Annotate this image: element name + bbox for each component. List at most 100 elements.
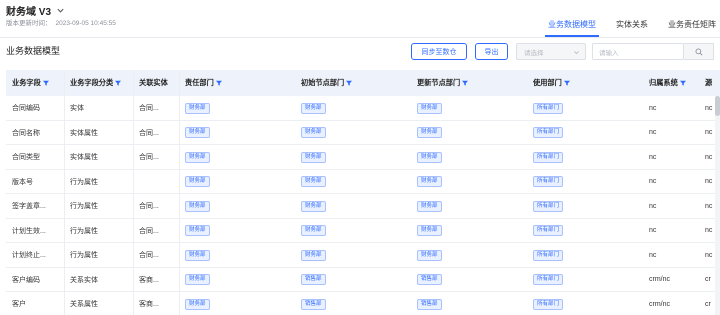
table-row[interactable]: 客户编码 关系实体 客商... 财务部 销售部 销售部 所有部门 crm/nc cr bbox=[6, 268, 720, 292]
department-tag: 所有部门 bbox=[533, 200, 564, 212]
table-row[interactable]: 合同类型 实体属性 合同... 财务部 财务部 财务部 所有部门 nc nc bbox=[6, 145, 720, 170]
department-tag: 所有部门 bbox=[533, 151, 564, 163]
filter-icon[interactable] bbox=[462, 80, 469, 86]
column-divider bbox=[179, 70, 180, 315]
filter-icon[interactable] bbox=[215, 80, 222, 86]
filter-icon[interactable] bbox=[42, 80, 49, 86]
tab-entity-relations[interactable]: 实体关系 bbox=[616, 19, 648, 30]
filter-select[interactable]: 请选择 bbox=[516, 43, 586, 60]
table-row[interactable]: 签字盖章... 行为属性 合同... 财务部 财务部 财务部 所有部门 nc nc bbox=[6, 194, 720, 219]
column-header-owner-dept[interactable]: 责任部门 bbox=[179, 70, 295, 96]
cell-init-dept: 财务部 bbox=[295, 121, 411, 145]
department-tag: 财务部 bbox=[301, 127, 326, 138]
column-header-init-dept[interactable]: 初始节点部门 bbox=[295, 70, 411, 96]
cell-field: 签字盖章... bbox=[6, 194, 64, 218]
cell-entity-text: 合同... bbox=[139, 154, 159, 161]
cell-system: nc bbox=[643, 121, 699, 145]
cell-category-text: 行为属性 bbox=[70, 203, 98, 210]
column-header-update-dept[interactable]: 更新节点部门 bbox=[411, 70, 527, 96]
cell-entity: 合同... bbox=[133, 243, 179, 267]
table-header: 业务字段 业务字段分类 关联实体 责任部门 初始节点部门 更新节点部门 使用部门… bbox=[6, 70, 720, 96]
column-header-label: 关联实体 bbox=[139, 78, 168, 87]
cell-field: 合同名称 bbox=[6, 121, 64, 145]
vertical-scrollbar-track[interactable] bbox=[715, 96, 720, 315]
cell-category-text: 关系属性 bbox=[70, 301, 98, 308]
section-title: 业务数据模型 bbox=[6, 46, 61, 56]
cell-source-text: nc bbox=[705, 104, 713, 112]
department-tag: 财务部 bbox=[301, 225, 326, 236]
cell-category-text: 实体属性 bbox=[70, 129, 98, 137]
department-tag: 所有部门 bbox=[533, 176, 564, 187]
cell-entity: 合同... bbox=[133, 145, 179, 169]
table-row[interactable]: 计划终止... 行为属性 合同... 财务部 财务部 财务部 所有部门 nc nc bbox=[6, 243, 720, 268]
cell-init-dept: 财务部 bbox=[295, 96, 411, 120]
cell-field-text: 客户 bbox=[12, 301, 26, 308]
filter-icon[interactable] bbox=[115, 80, 122, 86]
cell-source-text: nc bbox=[705, 251, 713, 259]
department-tag: 财务部 bbox=[185, 225, 210, 236]
cell-system: nc bbox=[643, 96, 699, 120]
sync-to-warehouse-button[interactable]: 同步至数仓 bbox=[411, 43, 467, 60]
cell-system-text: nc bbox=[649, 251, 657, 259]
cell-owner-dept: 财务部 bbox=[179, 194, 295, 218]
cell-usage-dept: 所有部门 bbox=[527, 121, 643, 145]
filter-icon[interactable] bbox=[679, 80, 686, 86]
column-header-label: 业务字段 bbox=[12, 78, 41, 87]
column-header-field[interactable]: 业务字段 bbox=[6, 70, 64, 96]
cell-system-text: crm/nc bbox=[649, 276, 670, 283]
column-header-system[interactable]: 归属系统 bbox=[643, 70, 699, 96]
table-row[interactable]: 版本号 行为属性 财务部 财务部 财务部 所有部门 nc nc bbox=[6, 170, 720, 194]
search-button[interactable] bbox=[684, 43, 714, 60]
cell-usage-dept: 所有部门 bbox=[527, 96, 643, 120]
cell-owner-dept: 财务部 bbox=[179, 96, 295, 120]
department-tag: 销售部 bbox=[301, 298, 326, 310]
cell-source-text: cr bbox=[705, 300, 711, 308]
app-title: 财务域 V3 bbox=[6, 7, 52, 18]
cell-category: 行为属性 bbox=[64, 243, 133, 267]
search-placeholder: 请输入 bbox=[599, 49, 619, 57]
column-header-label: 业务字段分类 bbox=[70, 78, 114, 87]
vertical-scrollbar-thumb[interactable] bbox=[715, 96, 720, 116]
tab-business-data-model[interactable]: 业务数据模型 bbox=[548, 19, 596, 30]
cell-system: crm/nc bbox=[643, 292, 699, 315]
department-tag: 财务部 bbox=[417, 151, 442, 163]
cell-owner-dept: 财务部 bbox=[179, 268, 295, 292]
table-row[interactable]: 计划生效... 行为属性 合同... 财务部 财务部 财务部 所有部门 nc nc bbox=[6, 219, 720, 243]
table-row[interactable]: 合同名称 实体属性 合同... 财务部 财务部 财务部 所有部门 nc nc bbox=[6, 121, 720, 145]
cell-source-text: nc bbox=[705, 178, 713, 185]
export-button[interactable]: 导出 bbox=[475, 43, 508, 60]
department-tag: 财务部 bbox=[185, 249, 210, 261]
column-header-source[interactable]: 源 bbox=[699, 70, 720, 96]
cell-owner-dept: 财务部 bbox=[179, 292, 295, 315]
cell-field-text: 客户编码 bbox=[12, 276, 40, 284]
filter-icon[interactable] bbox=[346, 80, 353, 86]
column-divider bbox=[64, 70, 65, 315]
cell-category-text: 行为属性 bbox=[70, 227, 98, 235]
cell-usage-dept: 所有部门 bbox=[527, 243, 643, 267]
cell-field-text: 计划生效... bbox=[12, 227, 46, 235]
table-row[interactable]: 客户 关系属性 客商... 财务部 销售部 销售部 所有部门 crm/nc cr bbox=[6, 292, 720, 315]
search-input[interactable]: 请输入 bbox=[592, 43, 684, 60]
department-tag: 所有部门 bbox=[533, 127, 564, 138]
column-header-category[interactable]: 业务字段分类 bbox=[64, 70, 133, 96]
tab-responsibility-matrix[interactable]: 业务责任矩阵 bbox=[668, 19, 716, 30]
cell-owner-dept: 财务部 bbox=[179, 121, 295, 145]
cell-system-text: crm/nc bbox=[649, 300, 670, 308]
title-row[interactable]: 财务域 V3 bbox=[6, 3, 65, 18]
cell-update-dept: 财务部 bbox=[411, 145, 527, 169]
cell-entity-text: 客商... bbox=[139, 301, 159, 308]
cell-usage-dept: 所有部门 bbox=[527, 194, 643, 218]
cell-category-text: 行为属性 bbox=[70, 252, 98, 259]
cell-field-text: 签字盖章... bbox=[12, 203, 46, 210]
table-row[interactable]: 合同编码 实体 合同... 财务部 财务部 财务部 所有部门 nc nc bbox=[6, 96, 720, 121]
filter-select-placeholder: 请选择 bbox=[524, 49, 544, 57]
cell-update-dept: 财务部 bbox=[411, 170, 527, 194]
chevron-down-icon[interactable] bbox=[56, 6, 65, 15]
update-time-value: 2023-09-05 10:45:55 bbox=[55, 20, 116, 27]
column-header-usage-dept[interactable]: 使用部门 bbox=[527, 70, 643, 96]
department-tag: 财务部 bbox=[417, 102, 442, 114]
filter-icon[interactable] bbox=[563, 80, 570, 86]
department-tag: 所有部门 bbox=[533, 102, 564, 114]
cell-category-text: 行为属性 bbox=[70, 178, 98, 186]
column-header-entity[interactable]: 关联实体 bbox=[133, 70, 179, 96]
